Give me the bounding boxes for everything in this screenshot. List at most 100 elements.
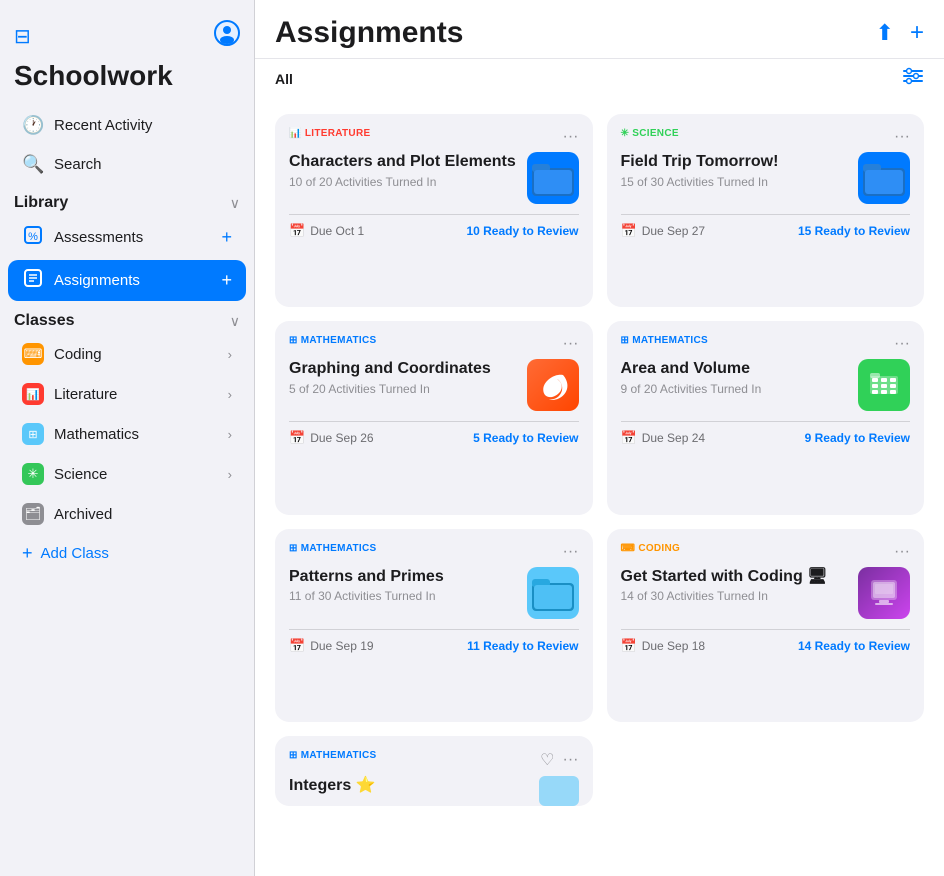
sidebar-item-search[interactable]: 🔍 Search: [8, 146, 246, 183]
recent-activity-icon: 🕐: [22, 115, 44, 136]
sidebar-item-mathematics[interactable]: ⊞ Mathematics ›: [8, 415, 246, 453]
assignment-card-graphing[interactable]: ⊞ MATHEMATICS ··· Graphing and Coordinat…: [275, 321, 593, 514]
calendar-icon: 📅: [289, 223, 305, 239]
card-header: 📊 LITERATURE ···: [289, 128, 579, 146]
card-body: Characters and Plot Elements 10 of 20 Ac…: [289, 152, 579, 204]
calendar-icon: 📅: [289, 638, 305, 654]
card-title: Integers ⭐: [289, 776, 531, 797]
user-profile-button[interactable]: [214, 20, 240, 52]
sidebar-item-recent-activity[interactable]: 🕐 Recent Activity: [8, 107, 246, 144]
card-more-button[interactable]: ···: [894, 543, 910, 561]
add-class-plus-icon: +: [22, 543, 33, 564]
sidebar: ⊟ Schoolwork 🕐 Recent Activity 🔍 Search …: [0, 0, 255, 876]
sidebar-item-coding[interactable]: ⌨ Coding ›: [8, 335, 246, 373]
assignment-card-integers[interactable]: ⊞ MATHEMATICS ♡ ··· Integers ⭐: [275, 736, 593, 806]
card-subject: ⊞ MATHEMATICS: [289, 335, 376, 346]
archived-label: Archived: [54, 506, 232, 523]
card-subject: 📊 LITERATURE: [289, 128, 370, 139]
assignments-add-button[interactable]: +: [221, 270, 232, 291]
card-review-count: 14 Ready to Review: [798, 639, 910, 653]
card-footer: 📅 Due Sep 26 5 Ready to Review: [289, 421, 579, 446]
card-more-button[interactable]: ···: [563, 543, 579, 561]
calendar-icon: 📅: [621, 223, 637, 239]
filter-icon[interactable]: [902, 67, 924, 90]
card-due-date: 📅 Due Oct 1: [289, 223, 364, 239]
science-class-icon: ✳: [22, 463, 44, 485]
card-text: Field Trip Tomorrow! 15 of 30 Activities…: [621, 152, 851, 189]
sidebar-item-science[interactable]: ✳ Science ›: [8, 455, 246, 493]
toggle-sidebar-button[interactable]: ⊟: [14, 24, 31, 49]
main-content: Assignments ⬆ + All 📊 LITERATURE: [255, 0, 944, 876]
card-thumbnail: [858, 152, 910, 204]
coding-class-icon: ⌨: [22, 343, 44, 365]
card-due-date: 📅 Due Sep 24: [621, 430, 706, 446]
sidebar-item-assignments[interactable]: Assignments +: [8, 260, 246, 301]
assignment-card-patterns[interactable]: ⊞ MATHEMATICS ··· Patterns and Primes 11…: [275, 529, 593, 722]
card-subtitle: 9 of 20 Activities Turned In: [621, 382, 851, 396]
literature-chevron-icon: ›: [228, 387, 232, 402]
card-text: Graphing and Coordinates 5 of 20 Activit…: [289, 359, 519, 396]
card-thumbnail: [527, 152, 579, 204]
card-header: ⊞ MATHEMATICS ···: [289, 543, 579, 561]
card-subtitle: 15 of 30 Activities Turned In: [621, 175, 851, 189]
add-class-button[interactable]: + Add Class: [8, 535, 246, 572]
sidebar-item-assessments[interactable]: % Assessments +: [8, 217, 246, 258]
science-chevron-icon: ›: [228, 467, 232, 482]
share-button[interactable]: ⬆: [876, 20, 894, 46]
assignment-card-coding[interactable]: ⌨ CODING ··· Get Started with Coding 🖥 1…: [607, 529, 925, 722]
sidebar-item-literature[interactable]: 📊 Literature ›: [8, 375, 246, 413]
card-title: Get Started with Coding 🖥: [621, 567, 851, 588]
card-title: Patterns and Primes: [289, 567, 519, 588]
card-favorite-icon[interactable]: ♡: [540, 750, 554, 770]
mathematics-class-icon: ⊞: [22, 423, 44, 445]
card-title: Area and Volume: [621, 359, 851, 380]
card-subject: ⊞ MATHEMATICS: [289, 543, 376, 554]
assessments-add-button[interactable]: +: [221, 227, 232, 248]
card-review-count: 5 Ready to Review: [473, 431, 578, 445]
card-review-count: 10 Ready to Review: [466, 224, 578, 238]
card-body: Integers ⭐: [289, 776, 579, 806]
header-actions: ⬆ +: [876, 19, 924, 47]
card-subject: ⌨ CODING: [621, 543, 681, 554]
literature-label: Literature: [54, 386, 218, 403]
search-label: Search: [54, 156, 232, 173]
card-more-button[interactable]: ···: [563, 751, 579, 769]
card-thumbnail-partial: [539, 776, 579, 806]
add-class-label: Add Class: [41, 545, 109, 562]
mathematics-chevron-icon: ›: [228, 427, 232, 442]
card-body: Graphing and Coordinates 5 of 20 Activit…: [289, 359, 579, 411]
assessments-icon: %: [22, 225, 44, 250]
card-text: Get Started with Coding 🖥 14 of 30 Activ…: [621, 567, 851, 604]
card-footer: 📅 Due Sep 18 14 Ready to Review: [621, 629, 911, 654]
library-section-header: Library ∨: [0, 184, 254, 216]
card-header: ⊞ MATHEMATICS ···: [289, 335, 579, 353]
calendar-icon: 📅: [621, 430, 637, 446]
card-footer: 📅 Due Oct 1 10 Ready to Review: [289, 214, 579, 239]
sidebar-item-archived[interactable]: 🗂 Archived: [8, 495, 246, 533]
card-thumbnail: [858, 567, 910, 619]
card-more-button[interactable]: ···: [563, 128, 579, 146]
card-review-count: 11 Ready to Review: [467, 639, 578, 653]
filter-all-label[interactable]: All: [275, 71, 293, 87]
card-subject: ✳ SCIENCE: [621, 128, 679, 139]
card-thumbnail: [527, 359, 579, 411]
svg-text:%: %: [28, 231, 38, 243]
card-footer: 📅 Due Sep 24 9 Ready to Review: [621, 421, 911, 446]
classes-label: Classes: [14, 312, 75, 330]
card-more-button[interactable]: ···: [894, 128, 910, 146]
classes-chevron-icon[interactable]: ∨: [230, 313, 240, 330]
card-subtitle: 11 of 30 Activities Turned In: [289, 589, 519, 603]
card-body: Area and Volume 9 of 20 Activities Turne…: [621, 359, 911, 411]
assignment-card-characters[interactable]: 📊 LITERATURE ··· Characters and Plot Ele…: [275, 114, 593, 307]
library-chevron-icon[interactable]: ∨: [230, 195, 240, 212]
card-subtitle: 10 of 20 Activities Turned In: [289, 175, 519, 189]
archived-class-icon: 🗂: [22, 503, 44, 525]
add-assignment-button[interactable]: +: [910, 19, 924, 47]
page-title: Assignments: [275, 16, 463, 50]
card-more-button[interactable]: ···: [894, 335, 910, 353]
assignment-card-fieldtrip[interactable]: ✳ SCIENCE ··· Field Trip Tomorrow! 15 of…: [607, 114, 925, 307]
assignment-card-area-volume[interactable]: ⊞ MATHEMATICS ··· Area and Volume 9 of 2…: [607, 321, 925, 514]
card-review-count: 9 Ready to Review: [805, 431, 910, 445]
card-more-button[interactable]: ···: [563, 335, 579, 353]
card-header: ⊞ MATHEMATICS ♡ ···: [289, 750, 579, 770]
